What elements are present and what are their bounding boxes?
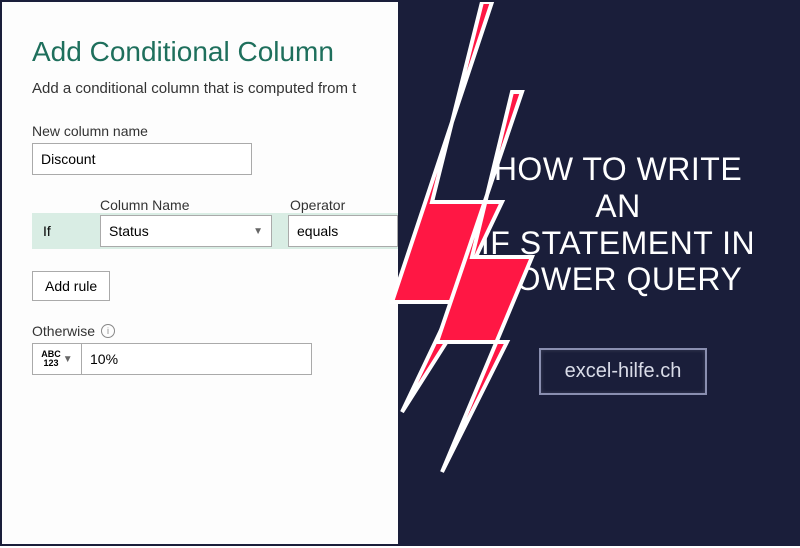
promo-panel: HOW TO WRITE AN IF STATEMENT IN POWER QU… [398,2,798,544]
operator-select[interactable]: equals [288,215,398,247]
otherwise-input[interactable] [82,343,312,375]
headline-line-2: IF STATEMENT IN [481,225,755,261]
otherwise-label: Otherwise [32,323,95,339]
chevron-down-icon: ▼ [253,226,263,237]
headline-line-3: POWER QUERY [494,261,743,297]
header-operator: Operator [290,197,345,213]
type-picker-123: 123 [44,359,59,368]
column-name-select[interactable]: Status ▼ [100,215,272,247]
operator-value: equals [297,223,338,239]
value-type-picker[interactable]: ABC 123 ▼ [32,343,82,375]
headline-line-1: HOW TO WRITE AN [494,151,742,224]
condition-section: Column Name Operator If Status ▼ equals [32,197,458,249]
new-column-input[interactable] [32,143,252,175]
header-column-name: Column Name [100,197,290,213]
column-name-value: Status [109,223,149,239]
new-column-section: New column name [32,123,458,175]
site-badge: excel-hilfe.ch [539,348,708,395]
chevron-down-icon: ▼ [63,354,73,365]
condition-row: If Status ▼ equals [32,213,458,249]
if-label: If [32,213,100,249]
add-rule-section: Add rule [32,271,458,301]
dialog-description: Add a conditional column that is compute… [32,80,458,97]
info-icon: i [101,324,115,338]
otherwise-section: Otherwise i ABC 123 ▼ [32,323,458,375]
add-rule-button[interactable]: Add rule [32,271,110,301]
new-column-label: New column name [32,123,458,139]
dialog-title: Add Conditional Column [32,36,458,68]
promo-headline: HOW TO WRITE AN IF STATEMENT IN POWER QU… [398,151,798,298]
